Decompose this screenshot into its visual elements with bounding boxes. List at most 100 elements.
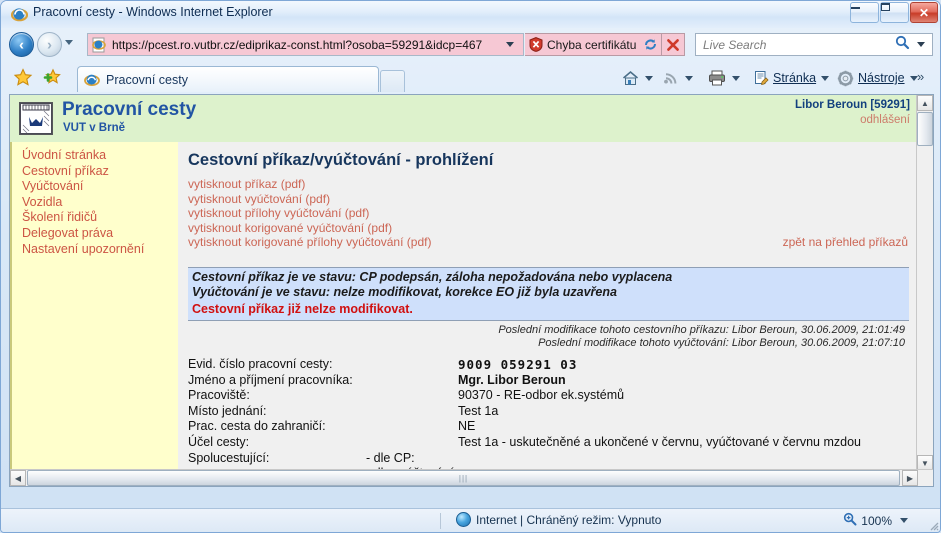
detail-sublabel <box>366 388 458 404</box>
tools-menu-button[interactable]: Nástroje <box>837 67 918 89</box>
status-box: Cestovní příkaz je ve stavu: CP podepsán… <box>188 266 909 321</box>
forward-button[interactable]: › <box>37 32 62 57</box>
tab-favicon-icon <box>84 72 100 88</box>
table-row: Místo jednání: Test 1a <box>188 404 909 420</box>
forward-arrow-icon: › <box>47 36 52 53</box>
page-menu-button[interactable]: Stránka <box>753 67 830 89</box>
status-vyuctovani-line: Vyúčtování je ve stavu: nelze modifikova… <box>192 285 617 300</box>
sidebar-item-nastaveni-upozorneni[interactable]: Nastavení upozornění <box>22 242 178 258</box>
rss-icon <box>664 72 677 84</box>
shield-error-icon <box>529 37 543 52</box>
print-prikaz-pdf-link[interactable]: vytisknout příkaz (pdf) <box>188 177 909 192</box>
detail-label: Místo jednání: <box>188 403 267 418</box>
minimize-button[interactable] <box>850 2 879 23</box>
feeds-chevron-down-icon[interactable] <box>685 75 693 81</box>
scroll-up-button[interactable]: ▲ <box>917 95 933 111</box>
back-arrow-icon: ‹ <box>19 36 24 53</box>
print-prilohy-vyuctovani-pdf-link[interactable]: vytisknout přílohy vyúčtování (pdf) <box>188 206 909 221</box>
tab-bar: Pracovní cesty Stránka Nástroje » <box>1 63 940 92</box>
tab-pracovni-cesty[interactable]: Pracovní cesty <box>77 66 379 92</box>
tab-label: Pracovní cesty <box>106 72 188 87</box>
detail-value-place: Test 1a <box>458 403 499 418</box>
sidebar-item-cestovni-prikaz[interactable]: Cestovní příkaz <box>22 164 178 180</box>
detail-sublabel <box>366 373 458 389</box>
detail-sublabel: - dle CP: <box>366 450 415 465</box>
security-zone-indicator[interactable]: Internet | Chráněný režim: Vypnuto <box>456 512 661 527</box>
title-bar: Pracovní cesty - Windows Internet Explor… <box>1 1 940 28</box>
table-row: Účel cesty: Test 1a - uskutečněné a ukon… <box>188 435 909 451</box>
print-vyuctovani-pdf-link[interactable]: vytisknout vyúčtování (pdf) <box>188 192 909 207</box>
print-korigovane-vyuctovani-pdf-link[interactable]: vytisknout korigované vyúčtování (pdf) <box>188 221 909 236</box>
sidebar-nav: Úvodní stránka Cestovní příkaz Vyúčtován… <box>10 142 178 471</box>
detail-label: Prac. cesta do zahraničí: <box>188 419 326 434</box>
detail-value-purpose: Test 1a - uskutečněné a ukončené v červn… <box>458 434 862 449</box>
add-to-favorites-icon[interactable] <box>41 68 61 87</box>
horizontal-scroll-thumb[interactable]: ||| <box>27 470 900 486</box>
refresh-button[interactable] <box>639 33 662 56</box>
search-input[interactable]: Live Search <box>696 38 895 52</box>
back-link-row: zpět na přehled příkazů <box>188 235 909 265</box>
sidebar-item-skoleni-ridicu[interactable]: Školení řidičů <box>22 210 178 226</box>
maximize-button[interactable] <box>880 2 909 23</box>
address-text: https://pcest.ro.vutbr.cz/ediprikaz-cons… <box>112 37 483 52</box>
detail-value-worker-name: Mgr. Libor Beroun <box>458 372 566 387</box>
site-header: Pracovní cesty VUT v Brně Libor Beroun [… <box>10 95 918 142</box>
sidebar-item-vozidla[interactable]: Vozidla <box>22 195 178 211</box>
vertical-scrollbar[interactable]: ▲ ▼ <box>916 95 933 471</box>
toolbar-overflow-button[interactable]: » <box>917 65 924 87</box>
feeds-button[interactable] <box>663 67 693 89</box>
tools-menu-label: Nástroje <box>858 71 905 85</box>
back-button[interactable]: ‹ <box>9 32 34 57</box>
home-button[interactable] <box>621 67 653 89</box>
vertical-scroll-thumb[interactable] <box>917 112 933 146</box>
home-icon <box>622 70 639 85</box>
close-button[interactable]: ✕ <box>910 2 938 23</box>
sidebar-item-delegovat-prava[interactable]: Delegovat práva <box>22 226 178 242</box>
scroll-left-button[interactable]: ◀ <box>10 470 26 486</box>
sidebar-item-uvodni-stranka[interactable]: Úvodní stránka <box>22 148 178 164</box>
table-row: Spolucestující: - dle CP: <box>188 451 909 467</box>
print-button[interactable] <box>707 67 740 89</box>
status-warning: Cestovní příkaz již nelze modifikovat. <box>192 301 413 316</box>
page-favicon-icon <box>91 37 107 53</box>
detail-label: Spolucestující: <box>188 450 270 465</box>
recent-pages-chevron-down-icon[interactable] <box>65 40 73 45</box>
zoom-control[interactable]: 100% <box>843 512 908 529</box>
search-icon[interactable] <box>895 35 913 55</box>
page-title: Cestovní příkaz/vyúčtování - prohlížení <box>188 151 494 169</box>
browser-window: Pracovní cesty - Windows Internet Explor… <box>0 0 941 533</box>
zoom-chevron-down-icon[interactable] <box>900 518 908 523</box>
refresh-icon <box>644 39 656 50</box>
search-box[interactable]: Live Search <box>695 33 933 56</box>
internet-explorer-icon <box>10 6 29 23</box>
window-title: Pracovní cesty - Windows Internet Explor… <box>33 5 273 19</box>
table-row: Prac. cesta do zahraničí: NE <box>188 419 909 435</box>
maximize-icon <box>881 3 890 11</box>
search-chevron-down-icon[interactable] <box>917 42 925 47</box>
vut-logo-icon <box>19 102 53 135</box>
detail-value-evidence-number: 9009 059291 03 <box>458 356 578 372</box>
print-chevron-down-icon[interactable] <box>732 75 740 81</box>
home-chevron-down-icon[interactable] <box>645 75 653 81</box>
certificate-error-button[interactable]: Chyba certifikátu <box>525 33 645 56</box>
detail-sublabel <box>366 404 458 420</box>
address-chevron-down-icon[interactable] <box>506 42 514 47</box>
horizontal-scrollbar[interactable]: ◀ ||| ▶ <box>10 469 933 486</box>
detail-value-workplace: 90370 - RE-odbor ek.systémů <box>458 388 625 403</box>
logout-link[interactable]: odhlášení <box>860 114 910 126</box>
sidebar-item-vyuctovani[interactable]: Vyúčtování <box>22 179 178 195</box>
detail-label: Evid. číslo pracovní cesty: <box>188 356 333 371</box>
page-chevron-down-icon[interactable] <box>821 75 830 81</box>
stop-button[interactable] <box>662 33 685 56</box>
back-to-overview-link[interactable]: zpět na přehled příkazů <box>783 235 908 249</box>
resize-grip[interactable] <box>927 518 939 531</box>
new-tab-button[interactable] <box>380 70 405 92</box>
favorites-star-icon[interactable] <box>13 68 33 87</box>
modification-info: Poslední modifikace tohoto cestovního př… <box>188 324 909 351</box>
scroll-right-button[interactable]: ▶ <box>902 470 918 486</box>
page-menu-label: Stránka <box>773 71 817 85</box>
minimize-icon <box>851 7 860 9</box>
address-input[interactable]: https://pcest.ro.vutbr.cz/ediprikaz-cons… <box>87 33 524 56</box>
web-page: Pracovní cesty VUT v Brně Libor Beroun [… <box>10 95 918 471</box>
status-prikaz-line: Cestovní příkaz je ve stavu: CP podepsán… <box>192 269 673 284</box>
